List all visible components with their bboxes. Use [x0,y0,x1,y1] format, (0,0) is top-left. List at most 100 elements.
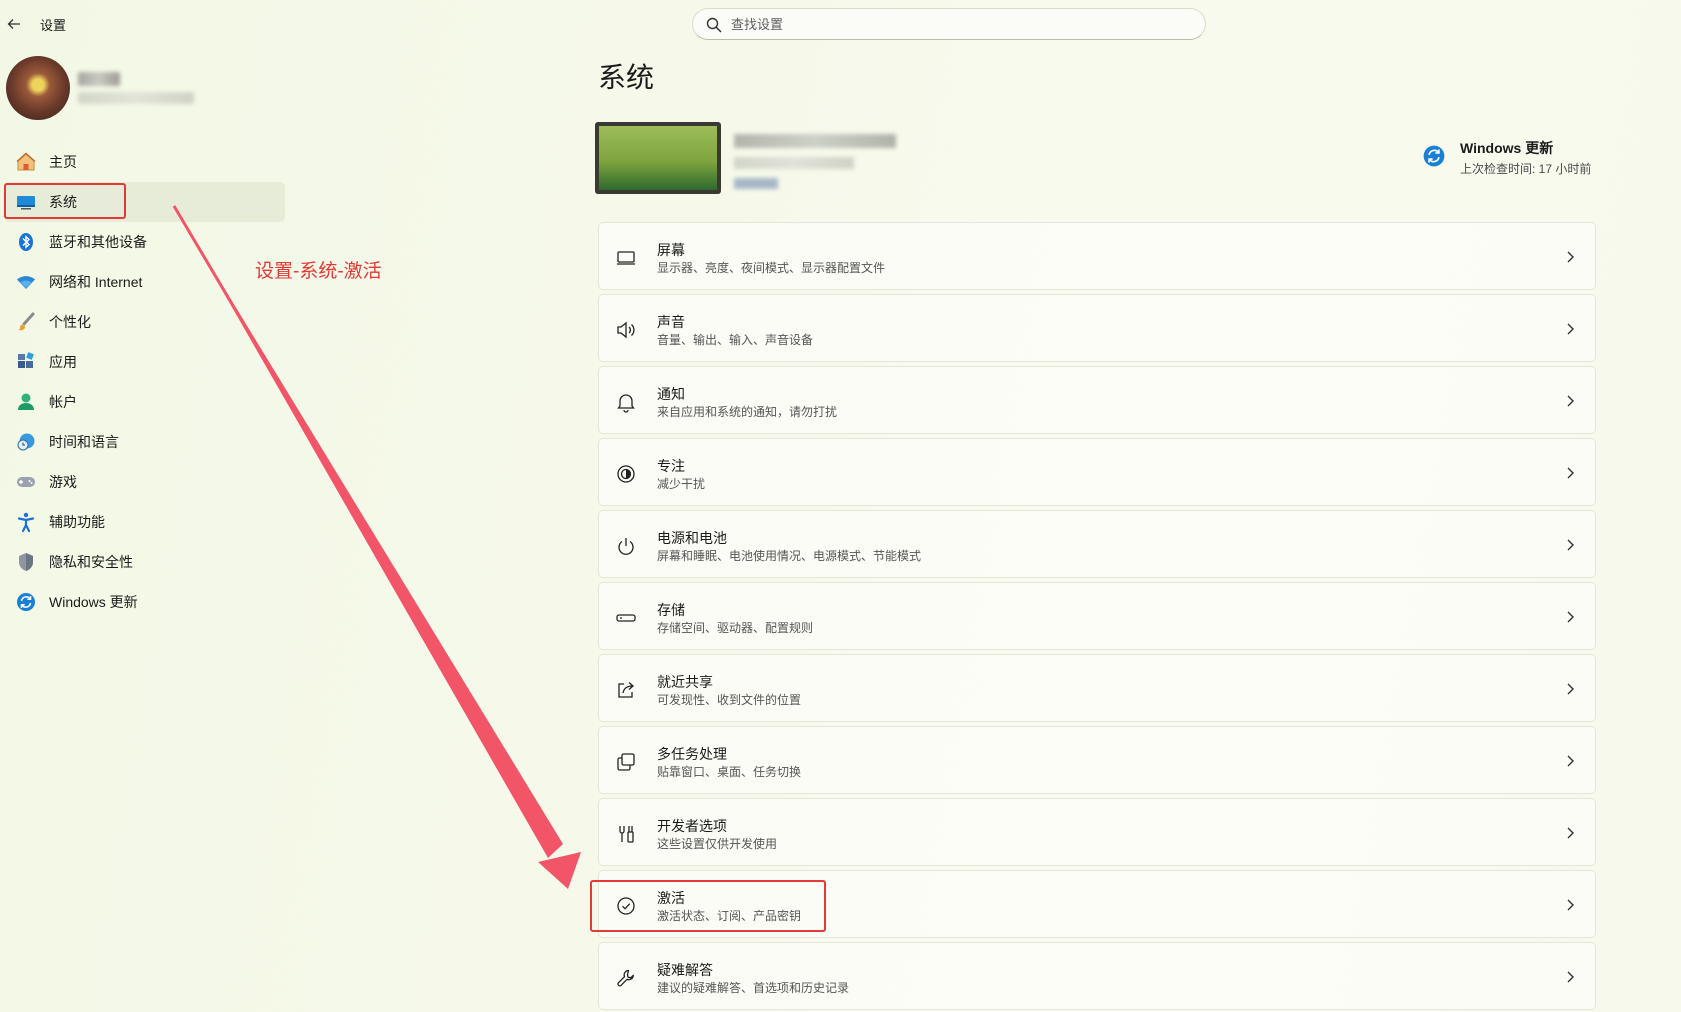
sidebar-item-account[interactable]: 帐户 [4,382,285,422]
search-input[interactable] [731,13,1191,35]
sidebar-item-home[interactable]: 主页 [4,142,285,182]
windows-update-icon [1423,145,1445,167]
card-description: 建议的疑难解答、首选项和历史记录 [657,981,850,995]
sidebar-item-label: 主页 [49,154,77,170]
chevron-right-icon [1567,323,1574,335]
chevron-right-icon [1567,683,1574,695]
sidebar-item-label: 游戏 [49,474,77,490]
user-name-blurred [78,72,120,86]
chevron-right-icon [1567,395,1574,407]
system-highlight-box [4,183,126,219]
sidebar-item-label: 个性化 [49,314,91,330]
sidebar-item-label: Windows 更新 [49,594,138,610]
settings-card-sound[interactable]: 声音 音量、输出、输入、声音设备 [598,294,1596,362]
card-description: 显示器、亮度、夜间模式、显示器配置文件 [657,261,886,275]
focus-icon [615,463,637,485]
search-icon [706,17,722,33]
accessibility-icon [4,511,48,533]
settings-card-developer[interactable]: 开发者选项 这些设置仅供开发使用 [598,798,1596,866]
card-title: 通知 [657,386,685,402]
sidebar-item-accessibility[interactable]: 辅助功能 [4,502,285,542]
card-title: 开发者选项 [657,818,727,834]
speaker-icon [615,319,637,341]
storage-icon [615,607,637,629]
rename-link-blurred[interactable] [734,178,778,189]
device-name-blurred [734,134,896,148]
developer-icon [615,823,637,845]
card-title: 多任务处理 [657,746,727,762]
windows-update-status[interactable]: Windows 更新 上次检查时间: 17 小时前 [1422,136,1662,184]
windows-update-icon [4,591,48,613]
sidebar-item-label: 应用 [49,354,77,370]
sidebar-item-privacy[interactable]: 隐私和安全性 [4,542,285,582]
card-description: 音量、输出、输入、声音设备 [657,333,814,347]
sidebar-item-personalization[interactable]: 个性化 [4,302,285,342]
time-language-icon [4,431,48,453]
chevron-right-icon [1567,467,1574,479]
app-title: 设置 [40,18,67,33]
card-description: 来自应用和系统的通知，请勿打扰 [657,405,838,419]
card-title: 声音 [657,314,685,330]
brush-icon [4,311,48,333]
chevron-right-icon [1567,971,1574,983]
share-icon [615,679,637,701]
card-description: 贴靠窗口、桌面、任务切换 [657,765,802,779]
settings-card-power[interactable]: 电源和电池 屏幕和睡眠、电池使用情况、电源模式、节能模式 [598,510,1596,578]
back-button[interactable] [4,14,24,34]
activation-highlight-box [590,880,826,932]
settings-card-storage[interactable]: 存储 存储空间、驱动器、配置规则 [598,582,1596,650]
shield-icon [4,551,48,573]
user-email-blurred [78,92,194,104]
apps-icon [4,351,48,373]
sidebar-item-label: 网络和 Internet [49,274,143,290]
update-title: Windows 更新 [1460,140,1554,156]
chevron-right-icon [1567,611,1574,623]
wifi-icon [4,271,48,293]
sidebar-item-apps[interactable]: 应用 [4,342,285,382]
wrench-icon [615,967,637,989]
display-icon [615,247,637,269]
bell-icon [615,391,637,413]
device-thumbnail[interactable] [595,122,721,194]
annotation-label: 设置-系统-激活 [255,261,382,282]
power-icon [615,535,637,557]
chevron-right-icon [1567,899,1574,911]
sidebar-item-bluetooth[interactable]: 蓝牙和其他设备 [4,222,285,262]
card-description: 减少干扰 [657,477,706,491]
card-title: 存储 [657,602,685,618]
settings-card-nearby-sharing[interactable]: 就近共享 可发现性、收到文件的位置 [598,654,1596,722]
title-bar: 设置 [0,0,1681,48]
search-box[interactable] [692,8,1206,40]
device-model-blurred [734,157,854,169]
sidebar-item-label: 隐私和安全性 [49,554,133,570]
settings-card-notifications[interactable]: 通知 来自应用和系统的通知，请勿打扰 [598,366,1596,434]
chevron-right-icon [1567,827,1574,839]
chevron-right-icon [1567,755,1574,767]
gamepad-icon [4,471,48,493]
bluetooth-icon [4,231,48,253]
card-description: 这些设置仅供开发使用 [657,837,778,851]
card-title: 电源和电池 [657,530,727,546]
chevron-right-icon [1567,539,1574,551]
settings-card-display[interactable]: 屏幕 显示器、亮度、夜间模式、显示器配置文件 [598,222,1596,290]
chevron-right-icon [1567,251,1574,263]
page-title: 系统 [598,62,655,93]
card-title: 疑难解答 [657,962,713,978]
sidebar-item-network[interactable]: 网络和 Internet [4,262,285,302]
card-description: 可发现性、收到文件的位置 [657,693,802,707]
settings-card-troubleshoot[interactable]: 疑难解答 建议的疑难解答、首选项和历史记录 [598,942,1596,1010]
avatar[interactable] [6,56,70,120]
card-title: 屏幕 [657,242,685,258]
card-title: 专注 [657,458,685,474]
sidebar-item-label: 辅助功能 [49,514,105,530]
account-icon [4,391,48,413]
sidebar-item-windows-update[interactable]: Windows 更新 [4,582,285,622]
home-icon [4,151,48,173]
sidebar-item-time-language[interactable]: 时间和语言 [4,422,285,462]
settings-card-focus[interactable]: 专注 减少干扰 [598,438,1596,506]
settings-card-multitasking[interactable]: 多任务处理 贴靠窗口、桌面、任务切换 [598,726,1596,794]
sidebar-item-label: 时间和语言 [49,434,119,450]
update-last-checked: 上次检查时间: 17 小时前 [1460,162,1592,176]
sidebar-item-gaming[interactable]: 游戏 [4,462,285,502]
sidebar-item-label: 蓝牙和其他设备 [49,234,147,250]
